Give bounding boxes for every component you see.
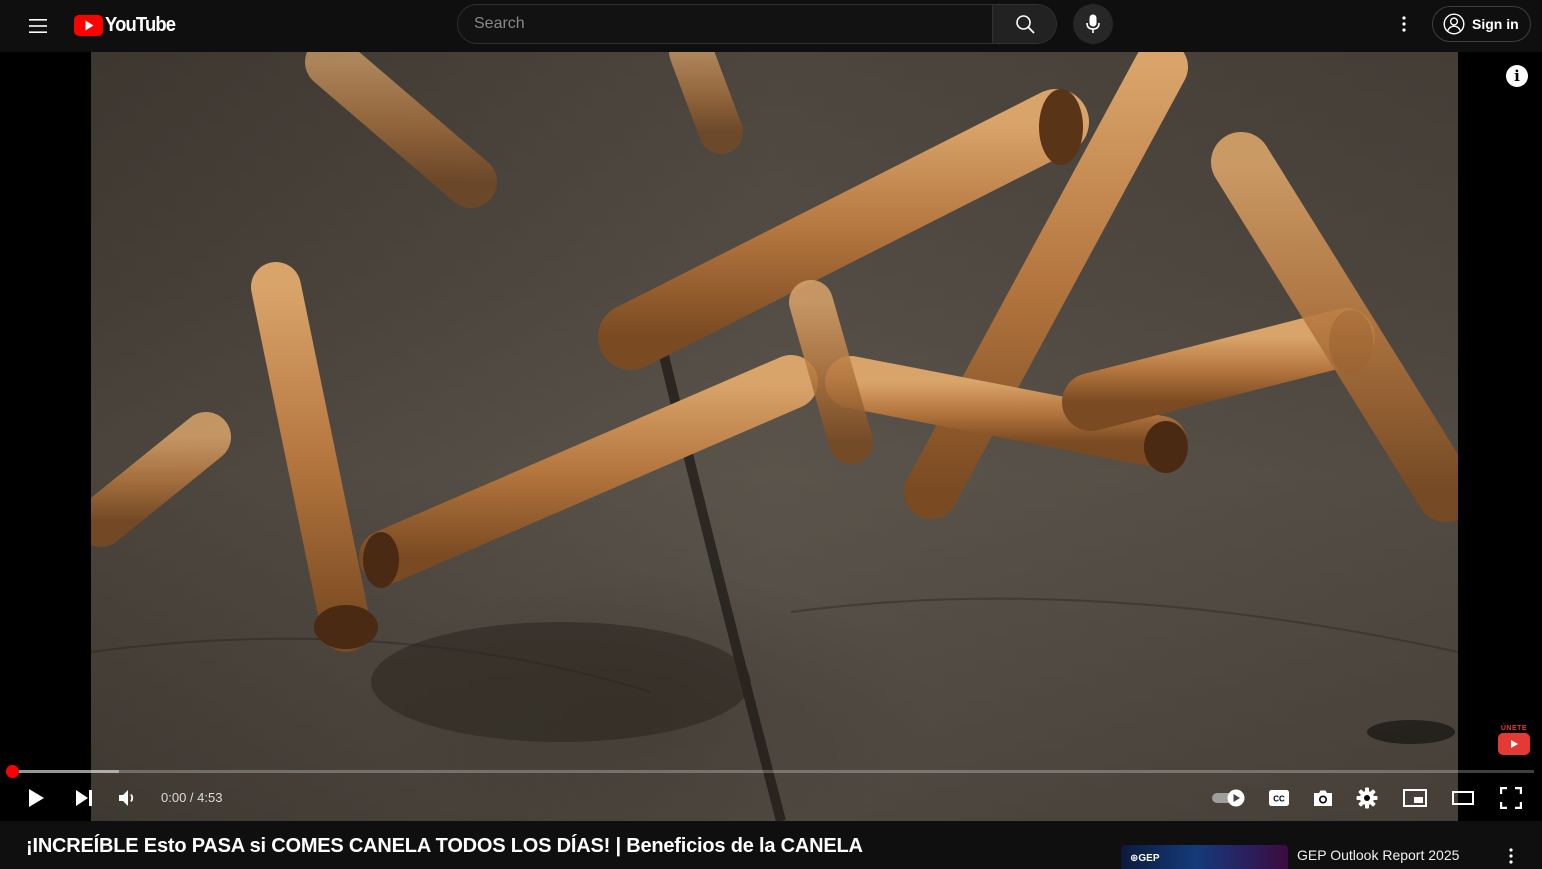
info-icon: i [1514,67,1520,85]
channel-subscribe-watermark[interactable]: ÚNETE [1497,725,1531,757]
fullscreen-icon [1500,787,1522,809]
menu-icon [29,19,47,33]
video-frame[interactable] [91,52,1458,821]
autoplay-toggle-icon [1212,789,1245,807]
youtube-logo[interactable]: YouTube [74,13,181,37]
watermark-text: ÚNETE [1500,725,1528,732]
search-icon [1015,15,1034,34]
time-display: 0:00 / 4:53 [161,790,222,805]
masthead: YouTube Sign in [0,0,1542,52]
settings-menu-button[interactable] [1384,4,1424,44]
youtube-play-badge [1498,733,1530,755]
video-player[interactable]: i ÚNETE 0:00 / 4:53 CC [0,52,1542,821]
guide-menu-button[interactable] [18,6,58,46]
player-controls: 0:00 / 4:53 CC [0,778,1542,818]
settings-button[interactable] [1347,778,1387,818]
autoplay-toggle[interactable] [1208,778,1248,818]
svg-text:CC: CC [1273,795,1285,804]
logo-text: YouTube [105,13,176,36]
progress-loaded [12,770,119,773]
mute-button[interactable] [108,778,148,818]
more-vert-icon [1509,848,1513,864]
video-info-button[interactable]: i [1506,65,1528,87]
more-vert-icon [1402,16,1406,32]
miniplayer-icon [1403,789,1427,807]
current-time: 0:00 [161,790,187,805]
progress-bar[interactable] [6,765,1534,778]
thumbnail-logo: ⊕GEP [1130,853,1160,864]
theater-mode-button[interactable] [1443,778,1483,818]
video-title: ¡INCREÍBLE Esto PASA si COMES CANELA TOD… [26,835,863,857]
play-badge-icon [1511,740,1518,748]
play-button[interactable] [16,778,56,818]
recommendation-title[interactable]: GEP Outlook Report 2025 [1297,847,1459,863]
progress-scrubber[interactable] [6,765,19,778]
youtube-logo-icon [74,14,103,36]
screenshot-icon [1314,790,1332,806]
theater-mode-icon [1452,791,1474,805]
settings-icon [1356,787,1378,809]
video-still-illustration [91,52,1458,821]
account-circle-icon [1443,13,1465,35]
fullscreen-button[interactable] [1491,778,1531,818]
next-button[interactable] [64,778,104,818]
play-icon [29,789,44,807]
next-icon [76,790,92,806]
search-input[interactable] [458,5,992,43]
recommendation-thumbnail[interactable]: ⊕GEP [1121,845,1288,869]
sign-in-label: Sign in [1472,16,1519,32]
miniplayer-button[interactable] [1395,778,1435,818]
sign-in-button[interactable]: Sign in [1432,6,1531,42]
search-button[interactable] [992,5,1056,43]
microphone-icon [1086,14,1100,33]
duration: 4:53 [197,790,223,805]
captions-button[interactable]: CC [1259,778,1299,818]
volume-icon [119,790,134,806]
search-box [457,4,1057,44]
recommendation-menu-button[interactable] [1500,843,1522,869]
captions-icon: CC [1269,790,1289,806]
time-separator: / [186,790,198,805]
screenshot-button[interactable] [1303,778,1343,818]
voice-search-button[interactable] [1073,4,1113,44]
